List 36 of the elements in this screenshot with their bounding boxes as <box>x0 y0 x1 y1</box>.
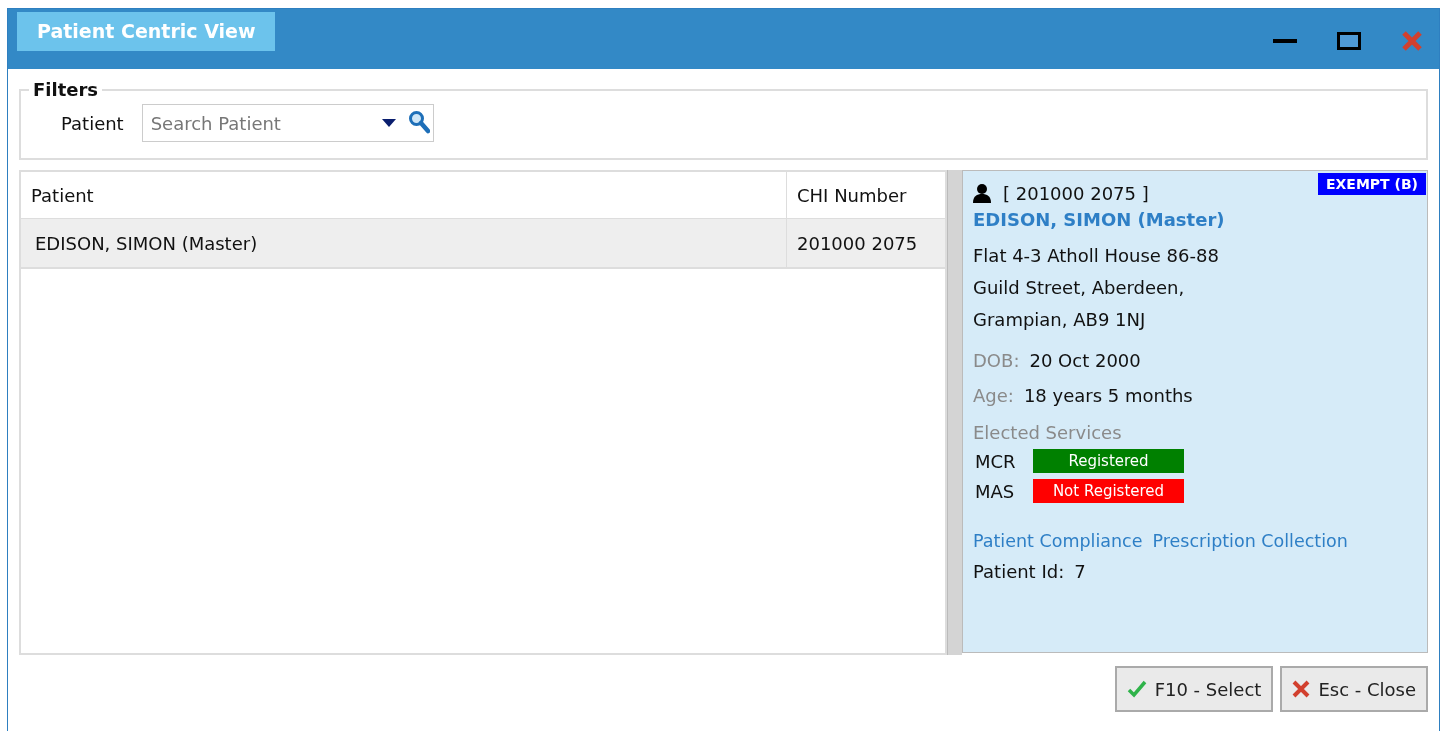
service-code: MCR <box>975 450 1017 472</box>
address-line: Guild Street, Aberdeen, <box>973 276 1186 300</box>
column-header[interactable]: CHI Number <box>787 172 945 218</box>
maximize-icon[interactable] <box>1337 32 1361 50</box>
window-title: Patient Centric View <box>17 12 276 51</box>
status-tag: Not Registered <box>1033 479 1184 503</box>
field-value: 7 <box>1074 561 1086 582</box>
exemption-badge: EXEMPT (B) <box>1318 173 1426 195</box>
table-cell-text: 201000 2075 <box>796 231 919 256</box>
service-code: MAS <box>975 480 1016 502</box>
person-icon <box>973 183 991 203</box>
section-label: Elected Services <box>973 422 1123 443</box>
field-label: Age: <box>973 385 1014 406</box>
field-label: Patient <box>61 112 124 134</box>
field-label: DOB: <box>973 350 1020 371</box>
status-tag: Registered <box>1033 449 1184 473</box>
close-icon <box>1292 680 1311 698</box>
address-line: Grampian, AB9 1NJ <box>973 308 1147 332</box>
field-value: 18 years 5 months <box>1023 385 1193 406</box>
field-label: Patient Id: <box>973 561 1065 582</box>
chi-number: [ 201000 2075 ] <box>1003 182 1149 204</box>
patient-name: EDISON, SIMON (Master) <box>973 209 1226 230</box>
minimize-icon[interactable] <box>1273 36 1297 46</box>
address-line: Flat 4-3 Atholl House 86-88 <box>973 244 1220 268</box>
column-header[interactable]: Patient <box>21 172 787 218</box>
table-cell: EDISON, SIMON (Master) <box>21 219 787 267</box>
dropdown-icon[interactable] <box>381 119 396 127</box>
check-icon <box>1126 680 1147 698</box>
link[interactable]: Patient Compliance <box>973 531 1143 551</box>
search-icon[interactable] <box>407 110 430 134</box>
close-button[interactable]: Esc - Close <box>1280 666 1428 712</box>
search-field[interactable]: Search Patient <box>141 104 434 142</box>
select-button[interactable]: F10 - Select <box>1114 666 1274 712</box>
table-row[interactable]: EDISON, SIMON (Master) 201000 2075 <box>21 219 945 269</box>
field-value: 20 Oct 2000 <box>1029 350 1141 371</box>
group-title: Filters <box>32 79 100 100</box>
